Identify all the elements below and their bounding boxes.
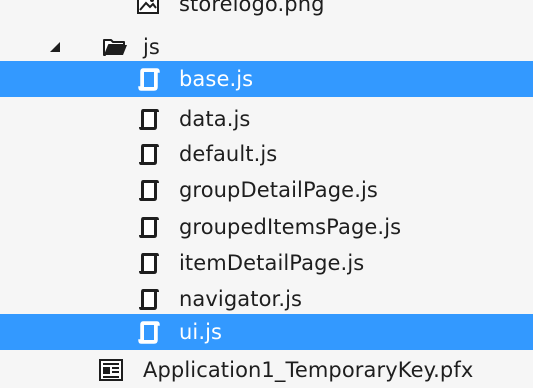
script-file-icon [137, 286, 161, 312]
folder-open-icon [102, 35, 128, 59]
tree-item-file[interactable]: data.js [0, 101, 533, 137]
script-file-icon [137, 214, 161, 240]
tree-item-file[interactable]: default.js [0, 136, 533, 172]
solution-explorer-tree: storelogo.png js base.js data.js default… [0, 0, 533, 382]
tree-item-label: storelogo.png [179, 0, 325, 16]
script-file-icon [137, 141, 161, 167]
tree-item-label: data.js [179, 107, 251, 131]
tree-item-label: js [143, 35, 160, 59]
tree-item-label: ui.js [179, 320, 223, 344]
script-file-icon [137, 319, 161, 345]
tree-item-file[interactable]: groupDetailPage.js [0, 172, 533, 208]
tree-item-pfx[interactable]: Application1_TemporaryKey.pfx [0, 352, 533, 388]
tree-item-label: itemDetailPage.js [179, 251, 365, 275]
expand-triangle-icon[interactable] [46, 38, 64, 56]
tree-item-file[interactable]: ui.js [0, 314, 533, 350]
tree-item-file[interactable]: groupedItemsPage.js [0, 209, 533, 245]
tree-item-label: groupDetailPage.js [179, 178, 378, 202]
tree-item-label: Application1_TemporaryKey.pfx [143, 358, 474, 382]
script-file-icon [137, 66, 161, 92]
script-file-icon [137, 250, 161, 276]
tree-item-label: groupedItemsPage.js [179, 215, 402, 239]
tree-item-file[interactable]: navigator.js [0, 281, 533, 317]
tree-item-storelogo[interactable]: storelogo.png [0, 0, 533, 22]
tree-item-label: navigator.js [179, 287, 303, 311]
script-file-icon [137, 177, 161, 203]
script-file-icon [137, 106, 161, 132]
certificate-file-icon [99, 358, 123, 382]
tree-item-file[interactable]: base.js [0, 61, 533, 97]
tree-item-label: base.js [179, 67, 254, 91]
image-file-icon [137, 0, 159, 15]
tree-item-label: default.js [179, 142, 278, 166]
tree-item-js-folder[interactable]: js [0, 29, 533, 65]
tree-item-file[interactable]: itemDetailPage.js [0, 245, 533, 281]
